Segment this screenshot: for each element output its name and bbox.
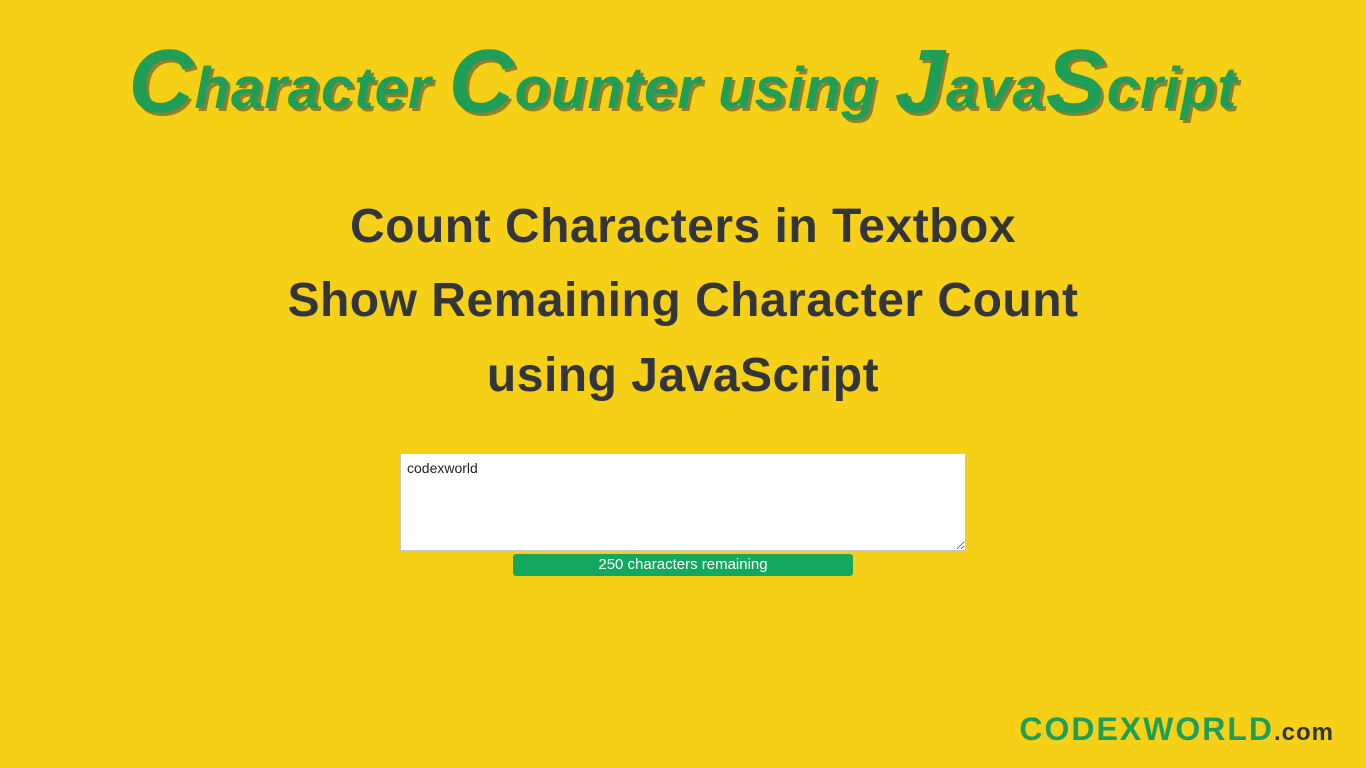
watermark: CODEXWORLD.com: [1019, 711, 1334, 748]
subtitle-line-1: Count Characters in Textbox: [0, 190, 1366, 264]
character-counter-badge: 250 characters remaining: [513, 554, 853, 576]
title-word-3: ava: [946, 56, 1046, 121]
watermark-brand: CODEXWORLD: [1019, 711, 1274, 747]
page-title: Character Counter using JavaScript: [0, 0, 1366, 122]
title-word-1: haracter: [195, 56, 449, 121]
title-cap-s: S: [1046, 32, 1107, 132]
title-word-4: cript: [1107, 56, 1238, 121]
title-word-2: ounter using: [515, 56, 895, 121]
title-cap-j: J: [895, 32, 946, 132]
demo-container: 250 characters remaining: [400, 453, 966, 576]
subtitle-line-2: Show Remaining Character Count: [0, 264, 1366, 338]
subtitle-line-3: using JavaScript: [0, 339, 1366, 413]
subtitle-block: Count Characters in Textbox Show Remaini…: [0, 190, 1366, 413]
character-input[interactable]: [400, 453, 966, 551]
title-cap-c2: C: [449, 32, 515, 132]
title-cap-c1: C: [129, 32, 195, 132]
watermark-ext: .com: [1274, 719, 1334, 746]
